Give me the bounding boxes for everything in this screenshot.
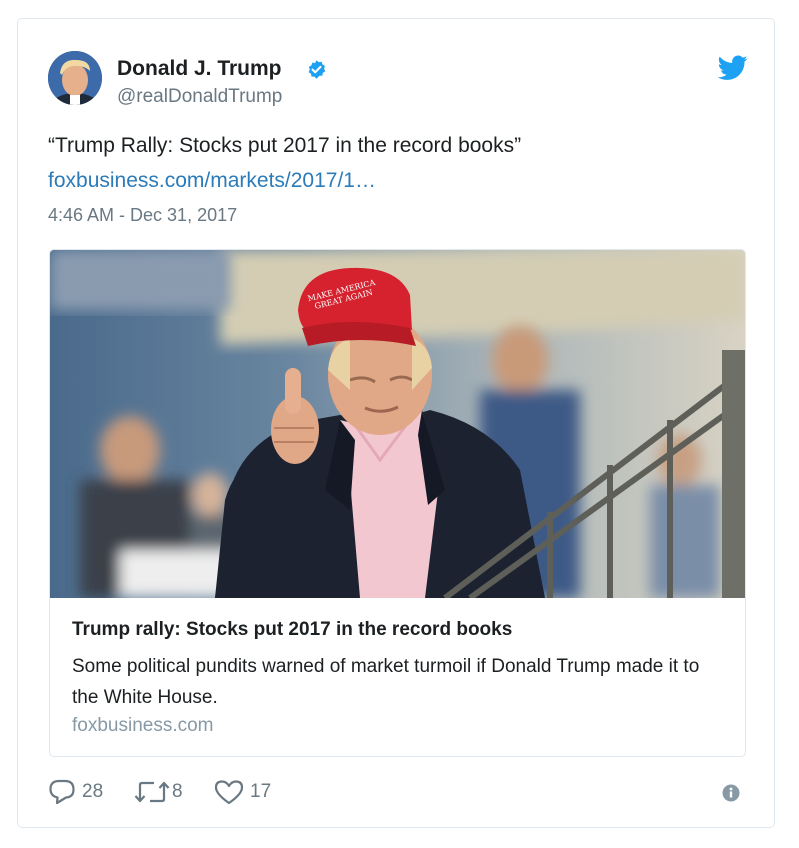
verified-badge-icon: [308, 60, 326, 79]
reply-icon: [49, 779, 75, 805]
retweet-count: 8: [172, 781, 183, 802]
link-preview-card[interactable]: MAKE AMERICA GREAT AGAIN Trump rally: St…: [49, 249, 746, 757]
card-domain[interactable]: foxbusiness.com: [72, 715, 214, 737]
info-icon[interactable]: [722, 784, 740, 802]
embedded-tweet: Donald J. Trump @realDonaldTrump “Trump …: [17, 18, 775, 828]
card-description: Some political pundits warned of market …: [72, 656, 700, 708]
heart-icon: [214, 780, 244, 805]
photo-man-thumbs-up-icon: [50, 250, 745, 598]
retweet-button[interactable]: 8: [134, 777, 183, 807]
card-title[interactable]: Trump rally: Stocks put 2017 in the reco…: [72, 619, 512, 641]
author-avatar[interactable]: [48, 51, 102, 105]
avatar-photo-icon: [48, 51, 102, 105]
author-name[interactable]: Donald J. Trump: [117, 57, 282, 81]
reply-count: 28: [82, 781, 104, 802]
retweet-icon: [134, 781, 170, 803]
card-image[interactable]: MAKE AMERICA GREAT AGAIN: [50, 250, 745, 598]
tweet-text: “Trump Rally: Stocks put 2017 in the rec…: [48, 134, 522, 157]
author-handle[interactable]: @realDonaldTrump: [117, 86, 282, 108]
tweet-link[interactable]: foxbusiness.com/markets/2017/1…: [48, 169, 376, 193]
like-count: 17: [250, 781, 272, 802]
like-button[interactable]: 17: [214, 777, 271, 807]
tweet-timestamp[interactable]: 4:46 AM - Dec 31, 2017: [48, 205, 237, 226]
twitter-bird-icon[interactable]: [718, 55, 748, 81]
reply-button[interactable]: 28: [48, 777, 103, 807]
